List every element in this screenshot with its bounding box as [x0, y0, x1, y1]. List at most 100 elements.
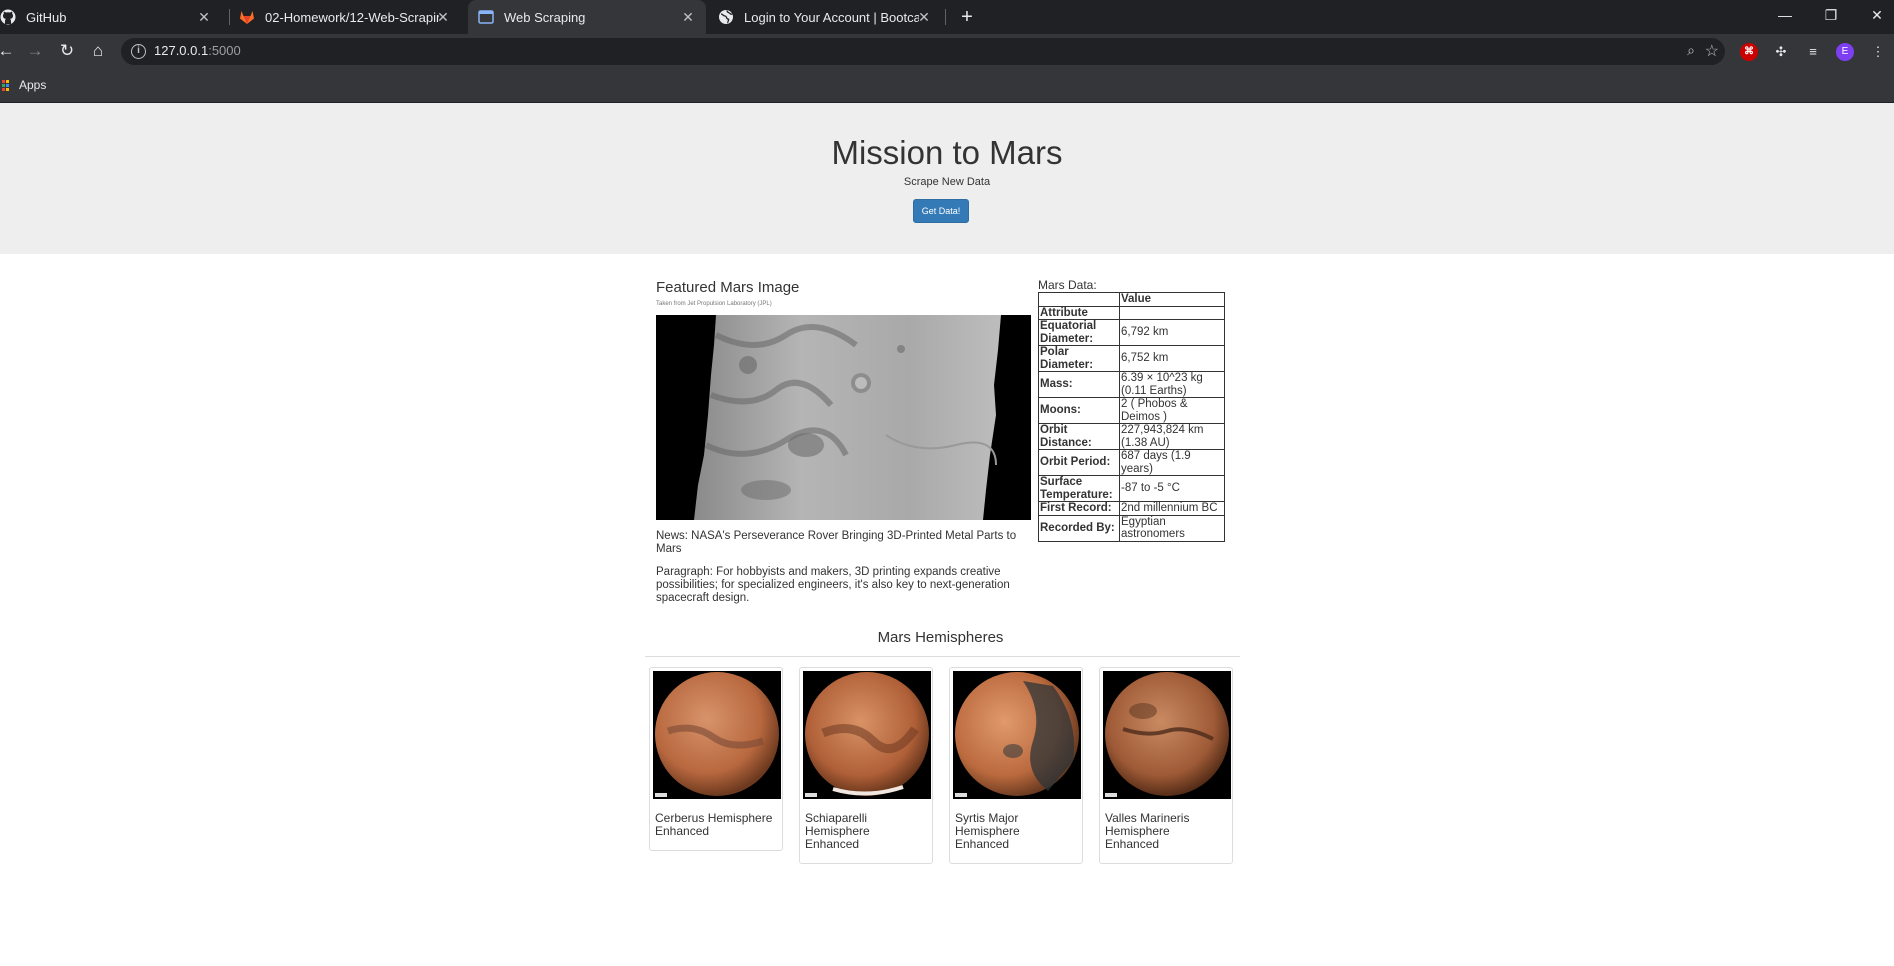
attribute-cell: Surface Temperature:	[1038, 475, 1120, 502]
table-header-row: Value	[1038, 292, 1225, 307]
media-control-icon[interactable]: ≡	[1804, 43, 1822, 61]
tab-separator	[945, 9, 946, 25]
jumbotron-header: Mission to Mars Scrape New Data Get Data…	[0, 103, 1894, 254]
tab-title: 02-Homework/12-Web-Scraping	[265, 9, 439, 25]
mars-facts-table: Value Attribute Equatorial Diameter: 6,79…	[1038, 292, 1225, 542]
attribute-cell: Orbit Distance:	[1038, 423, 1120, 450]
back-icon[interactable]: ←	[0, 39, 18, 63]
apps-bookmark[interactable]: Apps	[19, 78, 46, 92]
table-row: Polar Diameter: 6,752 km	[1038, 345, 1225, 372]
attribute-cell: Polar Diameter:	[1038, 345, 1120, 372]
close-window-icon[interactable]: ✕	[1854, 0, 1894, 30]
tab-title: Login to Your Account | Bootcam	[744, 9, 919, 25]
tab-strip: GitHub ✕ 02-Homework/12-Web-Scraping ✕ W…	[0, 0, 1894, 34]
tab-bootcamp-login[interactable]: Login to Your Account | Bootcam ✕	[708, 0, 942, 34]
value-cell: 6,792 km	[1119, 319, 1225, 346]
github-icon	[0, 9, 16, 25]
get-data-button[interactable]: Get Data!	[913, 199, 969, 223]
page-subtitle: Scrape New Data	[903, 176, 991, 188]
hemisphere-image	[953, 671, 1081, 799]
address-bar[interactable]: i 127.0.0.1:5000 ⌕ ☆	[121, 38, 1725, 65]
featured-image-credit: Taken from Jet Propulsion Laboratory (JP…	[656, 301, 772, 307]
empty-cell	[1119, 305, 1225, 320]
zoom-icon[interactable]: ⌕	[1687, 42, 1695, 59]
page-icon	[478, 10, 494, 24]
attribute-cell: Mass:	[1038, 371, 1120, 398]
hemisphere-title[interactable]: Cerberus Hemisphere Enhanced	[655, 812, 775, 838]
value-cell: 227,943,824 km (1.38 AU)	[1119, 423, 1225, 450]
forward-icon[interactable]: →	[23, 39, 47, 63]
table-row: First Record: 2nd millennium BC	[1038, 501, 1225, 516]
table-row: Orbit Period: 687 days (1.9 years)	[1038, 449, 1225, 476]
tab-separator	[229, 9, 230, 25]
profile-avatar[interactable]: E	[1836, 43, 1854, 61]
close-icon[interactable]: ✕	[435, 9, 451, 25]
empty-header-cell	[1038, 292, 1120, 307]
divider	[645, 656, 1240, 657]
table-row: Orbit Distance: 227,943,824 km (1.38 AU)	[1038, 423, 1225, 450]
home-icon[interactable]: ⌂	[86, 39, 110, 63]
value-cell: Egyptian astronomers	[1119, 514, 1225, 542]
site-info-icon[interactable]: i	[131, 44, 146, 59]
tab-web-scraping[interactable]: Web Scraping ✕	[468, 0, 706, 34]
attribute-cell: Moons:	[1038, 397, 1120, 424]
value-cell: 687 days (1.9 years)	[1119, 449, 1225, 476]
pdf-extension-icon[interactable]: ⌘	[1740, 43, 1758, 61]
tab-title: Web Scraping	[504, 9, 586, 25]
browser-toolbar: ← → ↻ ⌂ i 127.0.0.1:5000 ⌕ ☆	[0, 34, 1894, 68]
apps-grid-icon[interactable]	[2, 80, 11, 92]
minimize-icon[interactable]: —	[1762, 0, 1808, 30]
attribute-cell: First Record:	[1038, 501, 1120, 516]
hemisphere-title[interactable]: Schiaparelli Hemisphere Enhanced	[805, 812, 925, 851]
extensions-puzzle-icon[interactable]: ✣	[1772, 43, 1790, 61]
bookmark-star-icon[interactable]: ☆	[1705, 41, 1719, 61]
table-row: Equatorial Diameter: 6,792 km	[1038, 319, 1225, 346]
close-icon[interactable]: ✕	[680, 9, 696, 25]
news-title: News: NASA's Perseverance Rover Bringing…	[656, 530, 1017, 555]
tab-github[interactable]: GitHub ✕	[0, 0, 222, 34]
hemisphere-card[interactable]: Valles Marineris Hemisphere Enhanced	[1099, 667, 1233, 864]
value-cell: 6.39 × 10^23 kg (0.11 Earths)	[1119, 371, 1225, 398]
attribute-cell: Recorded By:	[1038, 514, 1120, 542]
attribute-index-header: Attribute	[1038, 305, 1120, 320]
restore-icon[interactable]: ❐	[1808, 0, 1854, 30]
featured-image-heading: Featured Mars Image	[656, 279, 800, 296]
table-index-row: Attribute	[1038, 305, 1225, 320]
table-row: Surface Temperature: -87 to -5 °C	[1038, 475, 1225, 502]
reload-icon[interactable]: ↻	[55, 39, 79, 63]
tab-title: GitHub	[26, 9, 67, 25]
hemispheres-heading: Mars Hemispheres	[877, 629, 1004, 646]
value-cell: 2nd millennium BC	[1119, 501, 1225, 516]
page-title: Mission to Mars	[831, 134, 1063, 171]
value-cell: -87 to -5 °C	[1119, 475, 1225, 502]
value-cell: 6,752 km	[1119, 345, 1225, 372]
globe-icon	[719, 10, 734, 24]
url-text: 127.0.0.1:5000	[154, 43, 241, 58]
attribute-cell: Orbit Period:	[1038, 449, 1120, 476]
mars-data-label: Mars Data:	[1038, 278, 1097, 292]
hemisphere-image	[1103, 671, 1231, 799]
hemisphere-title[interactable]: Syrtis Major Hemisphere Enhanced	[955, 812, 1075, 851]
close-icon[interactable]: ✕	[916, 9, 932, 25]
hemisphere-card[interactable]: Schiaparelli Hemisphere Enhanced	[799, 667, 933, 864]
hemisphere-image	[803, 671, 931, 799]
table-row: Recorded By: Egyptian astronomers	[1038, 514, 1225, 542]
featured-mars-image	[656, 315, 1031, 520]
menu-kebab-icon[interactable]: ⋮	[1869, 43, 1887, 61]
bookmarks-bar: Apps	[0, 68, 1894, 103]
value-column-header: Value	[1119, 292, 1225, 307]
close-icon[interactable]: ✕	[196, 9, 212, 25]
url-host: 127.0.0.1	[154, 43, 209, 58]
url-port: :5000	[208, 43, 241, 58]
table-row: Mass: 6.39 × 10^23 kg (0.11 Earths)	[1038, 371, 1225, 398]
hemisphere-card[interactable]: Syrtis Major Hemisphere Enhanced	[949, 667, 1083, 864]
table-row: Moons: 2 ( Phobos & Deimos )	[1038, 397, 1225, 424]
hemisphere-image	[653, 671, 781, 799]
value-cell: 2 ( Phobos & Deimos )	[1119, 397, 1225, 424]
news-paragraph: Paragraph: For hobbyists and makers, 3D …	[656, 566, 1010, 604]
gitlab-icon	[240, 11, 254, 24]
new-tab-button[interactable]: +	[955, 6, 979, 28]
tab-gitlab[interactable]: 02-Homework/12-Web-Scraping ✕	[239, 0, 461, 34]
hemisphere-title[interactable]: Valles Marineris Hemisphere Enhanced	[1105, 812, 1225, 851]
hemisphere-card[interactable]: Cerberus Hemisphere Enhanced	[649, 667, 783, 851]
